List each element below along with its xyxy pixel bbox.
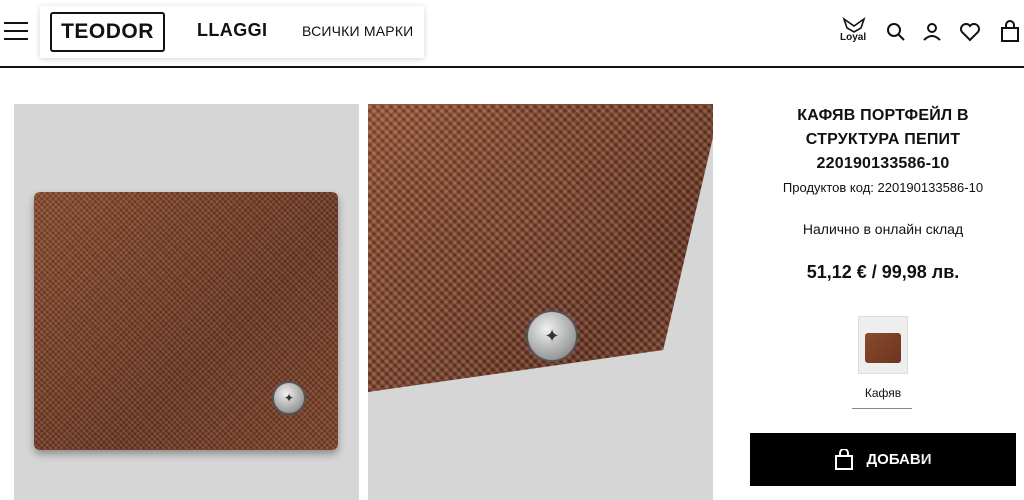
- color-label: Кафяв: [864, 386, 902, 400]
- color-swatch[interactable]: [858, 316, 908, 374]
- all-brands-link[interactable]: ВСИЧКИ МАРКИ: [302, 23, 413, 39]
- logo-emblem-icon: ✦: [526, 310, 578, 362]
- product-image-detail[interactable]: ✦: [368, 104, 713, 500]
- search-icon[interactable]: [884, 20, 908, 44]
- product-code: Продуктов код: 220190133586-10: [782, 180, 984, 195]
- brand-switcher: TEODOR LLAGGI ВСИЧКИ МАРКИ: [40, 6, 424, 58]
- site-header: TEODOR LLAGGI ВСИЧКИ МАРКИ Loyal: [0, 0, 1024, 68]
- stock-status: Налично в онлайн склад: [802, 221, 964, 237]
- product-image-main[interactable]: ✦: [14, 104, 359, 500]
- product-title: КАФЯВ ПОРТФЕЙЛ В СТРУКТУРА ПЕПИТ 2201901…: [797, 107, 969, 172]
- bag-icon[interactable]: [998, 20, 1022, 44]
- product-price: 51,12 € / 99,98 лв.: [806, 262, 960, 282]
- product-details: КАФЯВ ПОРТФЕЙЛ В СТРУКТУРА ПЕПИТ 2201901…: [742, 104, 1024, 409]
- menu-icon[interactable]: [4, 22, 28, 42]
- bag-icon: [835, 448, 854, 470]
- bazar-watermark: BAZAR: [916, 448, 993, 473]
- brand-llaggi-link[interactable]: LLAGGI: [197, 20, 267, 41]
- color-underline: [852, 408, 912, 409]
- logo-emblem-icon: ✦: [272, 381, 306, 415]
- heart-icon[interactable]: [958, 20, 982, 44]
- user-icon[interactable]: [920, 20, 944, 44]
- brand-teodor-link[interactable]: TEODOR: [50, 12, 165, 52]
- loyal-label[interactable]: Loyal: [840, 32, 866, 43]
